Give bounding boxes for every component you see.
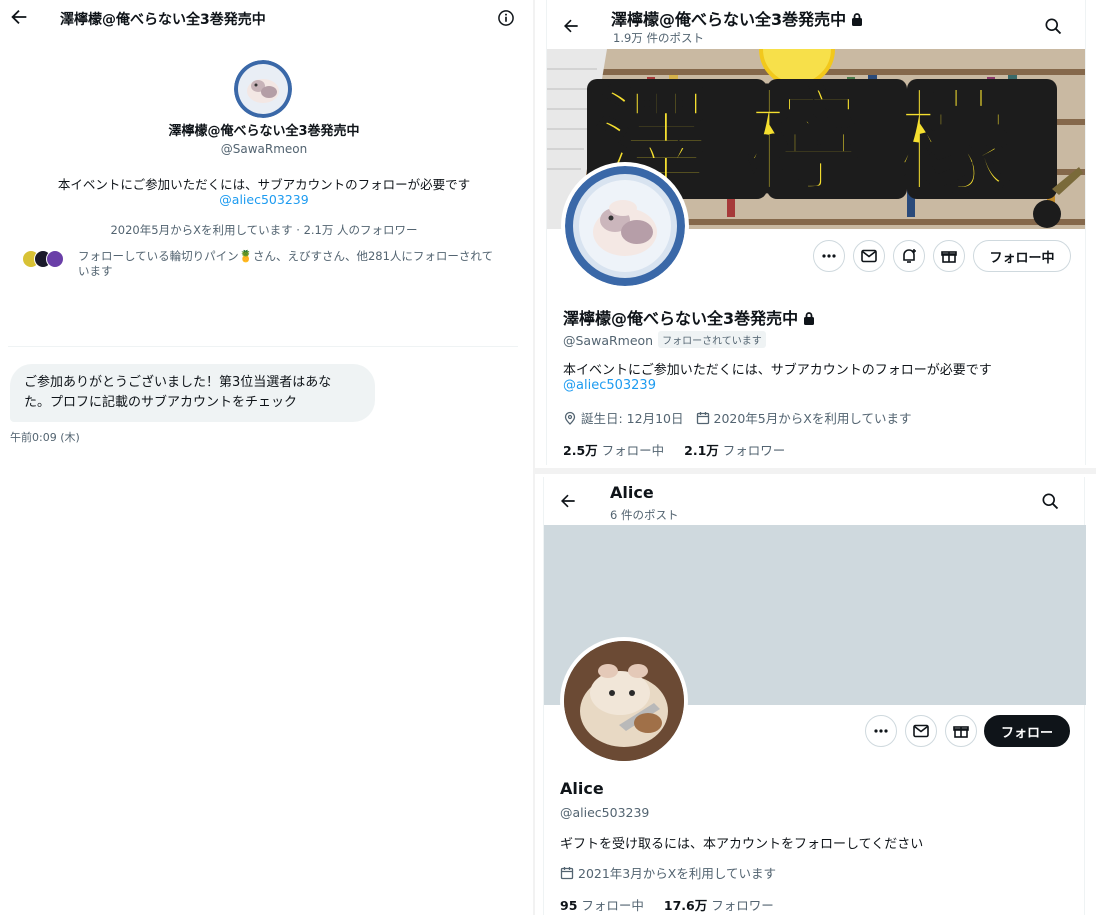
search-icon[interactable] — [1040, 491, 1060, 511]
profile-meta: 2021年3月からXを利用しています — [560, 863, 788, 882]
count-value: 95 — [560, 898, 578, 913]
birthday-text: 誕生日: 12月10日 — [581, 411, 684, 426]
message-text: ご参加ありがとうございました！第3位当選者はあな — [24, 375, 332, 390]
divider — [533, 0, 535, 915]
profile-name-text: 澤檸檬@俺べらない全3巻発売中 — [563, 309, 799, 328]
profile-bio: 本イベントにご参加いただくには、サブアカウントのフォローが必要です — [57, 177, 471, 192]
dm-panel: 澤檸檬@俺べらない全3巻発売中 澤檸檬@俺べらない全3巻発売中 @SawaRme… — [0, 0, 530, 915]
avatar — [46, 250, 64, 268]
following-button-label: フォロー中 — [989, 250, 1055, 266]
header-title: Alice — [610, 483, 654, 502]
profile-card-alice: Alice 6 件のポスト フォロー Alice @aliec503239 ギフ… — [543, 477, 1086, 915]
gift-icon — [953, 726, 969, 738]
conversation-title: 澤檸檬@俺べらない全3巻発売中 — [60, 12, 266, 28]
count-label: フォロワー — [722, 443, 786, 458]
post-count: 6 件のポスト — [610, 508, 679, 522]
mail-icon — [861, 249, 877, 263]
follow-button-label: フォロー — [1000, 725, 1053, 741]
joined-date: 2020年5月からXを利用しています — [696, 408, 912, 427]
message-button[interactable] — [853, 240, 885, 272]
count-label: フォロワー — [711, 898, 774, 913]
back-arrow-icon[interactable] — [8, 6, 30, 28]
profile-name[interactable]: 澤檸檬@俺べらない全3巻発売中 — [0, 120, 528, 139]
gift-icon — [941, 251, 957, 263]
count-value: 2.5万 — [563, 443, 598, 458]
message-bubble[interactable]: ご参加ありがとうございました！第3位当選者はあな た。プロフに記載のサブアカウン… — [10, 364, 375, 422]
joined-text: 2020年5月からXを利用しています — [713, 411, 912, 426]
calendar-icon — [560, 866, 574, 879]
following-button[interactable]: フォロー中 — [973, 240, 1071, 272]
avatar[interactable] — [561, 162, 689, 290]
back-arrow-icon[interactable] — [561, 16, 581, 36]
gift-button[interactable] — [945, 715, 977, 747]
profile-stats: 95 フォロー中 17.6万 フォロワー — [560, 895, 790, 914]
divider — [535, 468, 1096, 474]
profile-stats: 2.5万 フォロー中 2.1万 フォロワー — [563, 440, 801, 459]
info-icon[interactable] — [496, 8, 516, 28]
divider — [8, 346, 518, 347]
count-value: 2.1万 — [684, 443, 719, 458]
follows-you-badge: フォローされています — [658, 331, 766, 348]
profile-handle: @SawaRmeon — [220, 142, 308, 156]
profile-card-sawarmeon: 澤檸檬@俺べらない全3巻発売中 1.9万 件のポスト 澤檸檬 フォロー中 澤檸檬… — [546, 0, 1086, 465]
lock-icon — [804, 312, 815, 325]
profile-handle: @SawaRmeon フォローされています — [563, 331, 766, 348]
profile-name: 澤檸檬@俺べらない全3巻発売中 — [563, 305, 816, 329]
back-arrow-icon[interactable] — [558, 491, 578, 511]
follower-avatars — [22, 250, 70, 270]
message-text: た。プロフに記載のサブアカウントをチェック — [24, 395, 298, 410]
followed-by-line: フォローしている輪切りパイン🍍さん、えびすさん、他281人にフォローされて — [78, 249, 494, 263]
joined-text: 2021年3月からXを利用しています — [578, 866, 776, 881]
count-value: 17.6万 — [663, 898, 708, 913]
more-button[interactable] — [865, 715, 897, 747]
message-button[interactable] — [905, 715, 937, 747]
post-count: 1.9万 件のポスト — [613, 31, 704, 45]
birthday: 誕生日: 12月10日 — [563, 408, 684, 427]
followers-count[interactable]: 17.6万 フォロワー — [664, 898, 774, 913]
followed-by-line: います — [78, 264, 113, 278]
message-timestamp: 午前0:09 (木) — [10, 431, 80, 444]
profile-meta: 誕生日: 12月10日 2020年5月からXを利用しています — [563, 408, 923, 427]
notify-button[interactable] — [893, 240, 925, 272]
joined-date: 2021年3月からXを利用しています — [560, 863, 776, 882]
count-label: フォロー中 — [601, 443, 665, 458]
profile-handle: @aliec503239 — [560, 805, 650, 820]
bell-plus-icon — [903, 249, 916, 263]
calendar-icon — [696, 411, 709, 424]
gift-button[interactable] — [933, 240, 965, 272]
follow-button[interactable]: フォロー — [984, 715, 1070, 747]
following-count[interactable]: 2.5万 フォロー中 — [563, 443, 664, 458]
bio-mention-link[interactable]: @aliec503239 — [563, 378, 656, 393]
dm-header: 澤檸檬@俺べらない全3巻発売中 — [0, 0, 530, 38]
more-button[interactable] — [813, 240, 845, 272]
mail-icon — [913, 724, 929, 738]
profile-bio: 本イベントにご参加いただくには、サブアカウントのフォローが必要です — [563, 363, 992, 378]
header-title: 澤檸檬@俺べらない全3巻発売中 — [611, 6, 864, 30]
handle-text: @SawaRmeon — [563, 333, 654, 348]
followed-by[interactable]: フォローしている輪切りパイン🍍さん、えびすさん、他281人にフォローされて いま… — [22, 248, 502, 282]
count-label: フォロー中 — [581, 898, 644, 913]
followers-count[interactable]: 2.1万 フォロワー — [684, 443, 785, 458]
profile-bio: ギフトを受け取るには、本アカウントをフォローしてください — [560, 837, 924, 852]
bio-mention-link[interactable]: @aliec503239 — [0, 192, 528, 207]
profile-name: Alice — [560, 779, 604, 798]
lock-icon — [852, 13, 863, 26]
more-icon — [822, 254, 836, 258]
location-pin-icon — [564, 411, 576, 425]
avatar[interactable] — [560, 637, 688, 765]
profile-meta: 2020年5月からXを利用しています · 2.1万 人のフォロワー — [110, 223, 418, 237]
more-icon — [874, 729, 888, 733]
followed-by-text: フォローしている輪切りパイン🍍さん、えびすさん、他281人にフォローされて いま… — [78, 249, 508, 279]
search-icon[interactable] — [1043, 16, 1063, 36]
following-count[interactable]: 95 フォロー中 — [560, 898, 644, 913]
avatar[interactable] — [234, 60, 292, 118]
header-title-text: 澤檸檬@俺べらない全3巻発売中 — [611, 10, 847, 29]
